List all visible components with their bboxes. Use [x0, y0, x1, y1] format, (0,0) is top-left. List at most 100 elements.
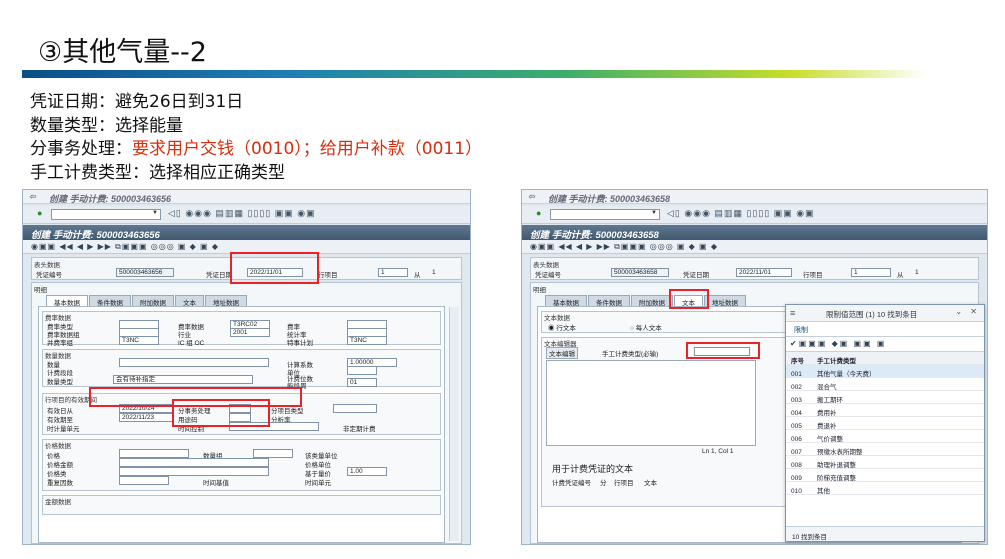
group-caption: 明细 [533, 287, 546, 294]
from-label: 从 [897, 272, 904, 279]
group-caption: 明细 [34, 287, 47, 294]
slide-title: ③其他气量--2 [38, 37, 207, 68]
field-label: 时计量单元 [47, 426, 80, 433]
list-item[interactable]: 004 费用补 [786, 404, 984, 417]
command-field[interactable]: ▼ [51, 209, 161, 220]
bullet-item: 数量类型：选择能量 [30, 115, 482, 139]
tab-strip: 基本数据 条件数据 附加数据 文本 地址数据 [46, 295, 248, 307]
sap-window-right: ⇦ 创建 手动计费: 500003463658 ● ▼ ◁▯ ◉◉◉ ▤▥▦ ▯▯… [521, 189, 988, 545]
popup-toolbar[interactable]: ✔▣▣▣ ◆▣ ▣▣ ▣ [786, 337, 984, 352]
tab-additional[interactable]: 附加数据 [132, 295, 174, 307]
list-item[interactable]: 002 混合气 [786, 378, 984, 391]
cursor-position: Ln 1, Col 1 [702, 448, 734, 455]
popup-tab-restrict[interactable]: 限制 [786, 322, 984, 337]
rate-cat-field[interactable]: T3NC [119, 336, 159, 345]
unit-field[interactable] [347, 366, 377, 375]
tab-condition[interactable]: 条件数据 [588, 295, 630, 307]
base-price-field[interactable]: 1.00 [347, 467, 387, 476]
list-item[interactable]: 008 助理补退调整 [786, 456, 984, 469]
date-label: 凭证日期 [206, 272, 232, 279]
list-item[interactable]: 005 费退补 [786, 417, 984, 430]
list-item[interactable]: 007 预缴水表所期整 [786, 443, 984, 456]
text-editor-area[interactable] [546, 360, 756, 446]
price-class-field[interactable] [119, 467, 269, 476]
tab-text[interactable]: 文本 [175, 295, 204, 307]
highlight-manual-type [686, 342, 760, 359]
radio-per-text[interactable]: ○ 每人文本 [630, 322, 662, 332]
manual-type-label: 手工计费类型(必输) [602, 351, 659, 358]
date-field[interactable]: 2022/11/01 [736, 268, 792, 277]
quantity-group-field[interactable] [253, 449, 293, 458]
tab-basic[interactable]: 基本数据 [46, 295, 88, 307]
toolbar-icons[interactable]: ◁▯ ◉◉◉ ▤▥▦ ▯▯▯▯ ▣▣ ◉▣ [667, 208, 815, 219]
quantity-field[interactable] [119, 358, 269, 367]
column-header: 手工计费类型 [817, 358, 856, 365]
period-field[interactable]: 01 [347, 378, 377, 387]
group-caption: 价格数据 [45, 443, 71, 450]
bullet-list: 凭证日期：避免26日到31日 数量类型：选择能量 分事务处理：要求用户交钱（00… [30, 91, 482, 185]
item-field[interactable]: 1 [378, 268, 408, 277]
enter-icon[interactable]: ● [536, 208, 541, 218]
sub-item-type-field[interactable] [333, 404, 377, 413]
rate-data-group: 费率数据 费率类型 费率数据 T3RC02 费率 费率数据组 行业 2001 统… [42, 311, 441, 347]
tab-strip: 基本数据 条件数据 附加数据 文本 地址数据 [545, 295, 747, 307]
field-label: 时间单元 [305, 480, 331, 487]
field-label: IC 组 OC [178, 340, 205, 347]
list-item[interactable]: 006 气价调整 [786, 430, 984, 443]
from-value: 1 [915, 269, 919, 276]
industry-field[interactable]: 2001 [230, 328, 270, 337]
chevron-down-icon: ▼ [152, 210, 158, 216]
window-buttons[interactable]: ⌄ ✕ [955, 307, 980, 316]
system-toolbar: ● ▼ ◁▯ ◉◉◉ ▤▥▦ ▯▯▯▯ ▣▣ ◉▣ [23, 206, 470, 224]
doc-no-field[interactable]: 500003463656 [116, 268, 174, 277]
detail-area: 明细 基本数据 条件数据 附加数据 文本 地址数据 费率数据 费率类型 费率数据 T3R… [31, 282, 462, 544]
toolbar-icons[interactable]: ◁▯ ◉◉◉ ▤▥▦ ▯▯▯▯ ▣▣ ◉▣ [168, 208, 316, 219]
repeat-factor-field[interactable] [119, 476, 169, 485]
item-code: 005 [791, 423, 802, 430]
group-caption: 文本数据 [544, 315, 570, 322]
list-item[interactable]: 010 其他 [786, 482, 984, 495]
tab-basic[interactable]: 基本数据 [545, 295, 587, 307]
field-label: 重复因数 [47, 480, 73, 487]
frame-title-text: 创建 手动计费: 500003463658 [548, 194, 671, 204]
header-data-group: 表头数据 凭证编号 500003463658 凭证日期 2022/11/01 行… [530, 257, 979, 280]
special-plan-field[interactable]: T3NC [347, 336, 387, 345]
doc-no-label: 凭证编号 [535, 272, 561, 279]
enter-icon[interactable]: ● [37, 208, 42, 218]
doc-no-field[interactable]: 500003463658 [611, 268, 669, 277]
list-item[interactable]: 009 阶梯充值调整 [786, 469, 984, 482]
bullet-label: 手工计费类型： [30, 162, 149, 183]
tab-additional[interactable]: 附加数据 [631, 295, 673, 307]
group-caption: 金额数据 [45, 499, 71, 506]
application-toolbar[interactable]: ◉▣▣ ◀◀ ◀ ▶ ▶▶ ⧉▣▣▣ ◎◎◎ ▣ ◆ ▣ ◆ [522, 240, 987, 254]
price-amount-field[interactable] [119, 458, 269, 467]
radio-line-text[interactable]: ◉ 行文本 [548, 322, 576, 332]
menu-icon[interactable]: ≡ [790, 308, 795, 318]
valid-to-field[interactable]: 2022/11/23 [119, 413, 173, 422]
quantity-type-select[interactable]: 会有待补指定 [113, 375, 253, 384]
title-gradient-bar [22, 70, 927, 78]
list-item[interactable]: 003 搬工期环 [786, 391, 984, 404]
bullet-item: 分事务处理：要求用户交钱（0010）；给用户补款（0011） [30, 138, 482, 162]
checkbox-label: 非定期计费 [343, 426, 376, 433]
tab-address[interactable]: 地址数据 [704, 295, 746, 307]
price-field[interactable] [119, 449, 189, 458]
bullet-item: 凭证日期：避免26日到31日 [30, 91, 482, 115]
doc-no-label: 凭证编号 [36, 272, 62, 279]
vertical-scrollbar[interactable] [449, 307, 459, 541]
window-icon: ⇦ [29, 192, 36, 201]
item-field[interactable]: 1 [851, 268, 891, 277]
text-edit-button[interactable]: 文本编辑 [546, 347, 578, 359]
item-text: 费退补 [817, 423, 837, 430]
item-text: 混合气 [817, 384, 837, 391]
transaction-title: 创建 手动计费: 500003463658 [522, 225, 987, 241]
bullet-text-red: 要求用户交钱（0010）；给用户补款（0011） [132, 139, 483, 159]
group-caption: 表头数据 [34, 262, 60, 269]
item-text: 其他气量（今天费） [817, 371, 876, 378]
tab-address[interactable]: 地址数据 [205, 295, 247, 307]
chevron-down-icon: ▼ [651, 210, 657, 216]
list-item[interactable]: 001 其他气量（今天费） [786, 365, 984, 378]
tab-condition[interactable]: 条件数据 [89, 295, 131, 307]
command-field[interactable]: ▼ [550, 209, 660, 220]
popup-header-row: 序号 手工计费类型 [786, 352, 984, 365]
